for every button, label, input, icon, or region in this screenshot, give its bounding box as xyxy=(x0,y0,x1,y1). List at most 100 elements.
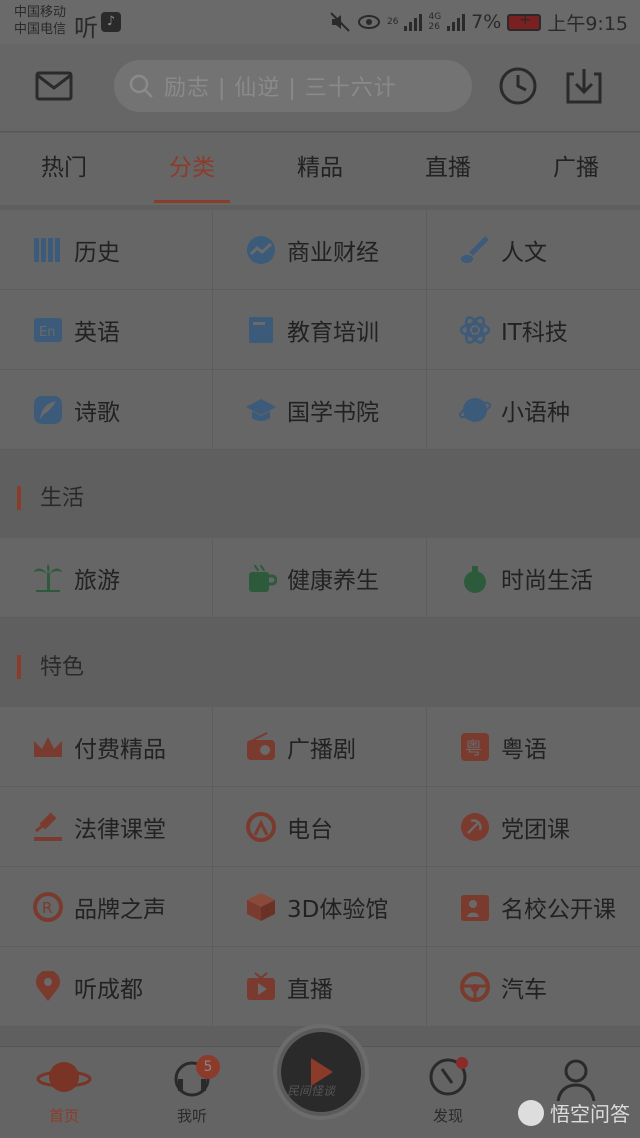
category-education[interactable]: 教育培训 xyxy=(213,290,427,370)
tiktok-icon: ♪ xyxy=(101,12,121,32)
crown-icon xyxy=(32,731,64,763)
watermark-text: 悟空问答 xyxy=(550,1102,630,1126)
nav-listen[interactable]: 5 我听 xyxy=(152,1055,232,1126)
english-icon: En xyxy=(32,314,64,346)
school-icon xyxy=(459,891,491,923)
radio-icon xyxy=(245,731,277,763)
category-label: 品牌之声 xyxy=(74,896,166,923)
category-tabs: 热门 分类 精品 直播 广播 xyxy=(0,133,640,205)
category-label: 法律课堂 xyxy=(74,816,166,843)
category-minor-languages[interactable]: 小语种 xyxy=(427,370,640,450)
category-fashion[interactable]: 时尚生活 xyxy=(427,538,640,618)
category-label: 英语 xyxy=(74,319,120,346)
category-poetry[interactable]: 诗歌 xyxy=(0,370,213,450)
clock: 上午9:15 xyxy=(547,12,628,35)
signal-label-2: 4G 26 xyxy=(428,12,441,32)
category-party-class[interactable]: 党团课 xyxy=(427,787,640,867)
nav-listen-label: 我听 xyxy=(176,1107,207,1125)
category-station[interactable]: 电台 xyxy=(213,787,427,867)
section-accent-bar xyxy=(17,655,21,679)
category-label: 诗歌 xyxy=(74,399,120,426)
tab-live[interactable]: 直播 xyxy=(384,133,512,205)
eye-icon xyxy=(358,15,381,29)
tab-radio[interactable]: 广播 xyxy=(512,133,640,205)
category-label: 党团课 xyxy=(501,816,570,843)
nav-home[interactable]: 首页 xyxy=(24,1057,104,1126)
mail-icon[interactable] xyxy=(34,66,74,106)
category-label: 名校公开课 xyxy=(501,896,616,923)
svg-text:En: En xyxy=(39,325,55,340)
category-label: 健康养生 xyxy=(287,567,379,594)
svg-text:R: R xyxy=(42,899,52,917)
category-radio-drama[interactable]: 广播剧 xyxy=(213,707,427,787)
watermark: 悟空问答 xyxy=(518,1098,630,1127)
tea-cup-icon xyxy=(245,562,277,594)
download-icon[interactable] xyxy=(564,66,604,106)
status-bar: 中国移动 中国电信 听 ♪ 26 4G26 7% 上午9:15 xyxy=(0,0,640,44)
carrier-1: 中国移动 xyxy=(14,5,67,20)
life-category-grid: 旅游 健康养生 时尚生活 xyxy=(0,538,640,618)
category-live[interactable]: 直播 xyxy=(213,947,427,1027)
notification-dot xyxy=(456,1057,468,1069)
category-label: 人文 xyxy=(501,239,547,266)
category-business[interactable]: 商业财经 xyxy=(213,210,427,290)
category-label: 直播 xyxy=(287,976,333,1003)
user-icon xyxy=(556,1059,596,1102)
category-label: 付费精品 xyxy=(74,736,166,763)
nav-discover[interactable]: 发现 xyxy=(408,1057,488,1126)
category-it-tech[interactable]: IT科技 xyxy=(427,290,640,370)
category-english[interactable]: En 英语 xyxy=(0,290,213,370)
category-3d-experience[interactable]: 3D体验馆 xyxy=(213,867,427,947)
category-guoxue[interactable]: 国学书院 xyxy=(213,370,427,450)
category-label: 小语种 xyxy=(501,399,570,426)
category-label: 商业财经 xyxy=(287,239,379,266)
signal-label-2a: 4G xyxy=(428,12,442,22)
section-title: 特色 xyxy=(40,655,85,680)
category-paid-premium[interactable]: 付费精品 xyxy=(0,707,213,787)
atom-icon xyxy=(459,314,491,346)
tv-play-icon xyxy=(245,971,277,1003)
perfume-icon xyxy=(459,562,491,594)
special-category-grid: 付费精品 广播剧 粤 粤语 法律课堂 电台 党团课 R 品牌之声 3D体验馆 名… xyxy=(0,707,640,1027)
category-label: 电台 xyxy=(287,816,333,843)
category-label: IT科技 xyxy=(501,319,568,346)
carrier-info: 中国移动 中国电信 xyxy=(14,4,66,38)
category-label: 历史 xyxy=(74,239,120,266)
section-accent-bar xyxy=(17,486,21,510)
section-header-life: 生活 xyxy=(0,458,640,538)
signal-bars-2-icon xyxy=(447,13,466,31)
category-travel[interactable]: 旅游 xyxy=(0,538,213,618)
category-label: 旅游 xyxy=(74,567,120,594)
category-open-courses[interactable]: 名校公开课 xyxy=(427,867,640,947)
svg-text:粤: 粤 xyxy=(465,739,482,759)
mute-icon xyxy=(330,12,350,32)
gavel-icon xyxy=(32,811,64,843)
category-health[interactable]: 健康养生 xyxy=(213,538,427,618)
tab-hot[interactable]: 热门 xyxy=(0,133,128,205)
globe-icon xyxy=(459,394,491,426)
category-label: 3D体验馆 xyxy=(287,896,389,923)
category-law[interactable]: 法律课堂 xyxy=(0,787,213,867)
search-bar[interactable]: 励志 | 仙逆 | 三十六计 xyxy=(114,60,472,112)
now-playing-button[interactable]: 民间怪谈 xyxy=(273,1024,369,1120)
nav-discover-label: 发现 xyxy=(432,1107,463,1125)
section-title: 生活 xyxy=(40,486,85,511)
category-humanities[interactable]: 人文 xyxy=(427,210,640,290)
category-history[interactable]: 历史 xyxy=(0,210,213,290)
tab-category[interactable]: 分类 xyxy=(128,133,256,205)
broadcast-icon xyxy=(245,811,277,843)
category-label: 听成都 xyxy=(74,976,143,1003)
category-brand-voice[interactable]: R 品牌之声 xyxy=(0,867,213,947)
category-listen-chengdu[interactable]: 听成都 xyxy=(0,947,213,1027)
history-clock-icon[interactable] xyxy=(498,66,538,106)
cube-icon xyxy=(245,891,277,923)
top-header: 励志 | 仙逆 | 三十六计 xyxy=(0,44,640,132)
chart-icon xyxy=(245,234,277,266)
section-header-special: 特色 xyxy=(0,627,640,707)
category-cantonese[interactable]: 粤 粤语 xyxy=(427,707,640,787)
steering-wheel-icon xyxy=(459,971,491,1003)
category-car[interactable]: 汽车 xyxy=(427,947,640,1027)
signal-label-1: 26 xyxy=(387,17,399,27)
battery-percent: 7% xyxy=(471,11,502,33)
tab-premium[interactable]: 精品 xyxy=(256,133,384,205)
